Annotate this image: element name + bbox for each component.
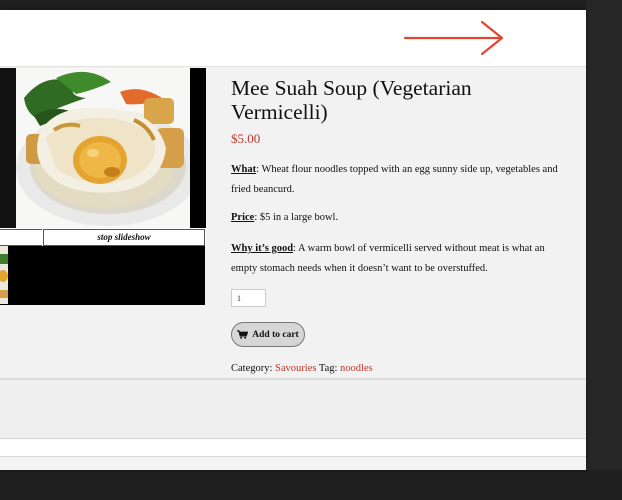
- quantity-input[interactable]: 1: [231, 289, 266, 307]
- window-bottom-edge: [0, 470, 622, 500]
- product-meta: Category: Savouries Tag: noodles: [231, 363, 373, 374]
- price-text: : $5 in a large bowl.: [254, 212, 339, 223]
- product-price: $5.00: [231, 131, 261, 146]
- why-label: Why it’s good: [231, 243, 294, 254]
- category-label: Category:: [231, 363, 273, 374]
- stop-slideshow-button[interactable]: stop slideshow: [43, 229, 205, 246]
- add-to-cart-button[interactable]: Add to cart: [231, 322, 305, 347]
- photo-left-edge: [0, 68, 16, 228]
- footer-strip: [0, 439, 586, 456]
- product-page: stop slideshow Mee Suah Soup (Vegetarian…: [0, 10, 586, 470]
- thumbnail-strip: [0, 246, 205, 305]
- site-header: [0, 10, 586, 67]
- tag-link[interactable]: noodles: [340, 363, 373, 374]
- description-what: What: Wheat flour noodles topped with an…: [231, 160, 571, 200]
- tag-label: Tag:: [318, 363, 338, 374]
- description-why: Why it’s good: A warm bowl of vermicelli…: [231, 239, 571, 279]
- description-price: Price: $5 in a large bowl.: [231, 208, 571, 228]
- product-gallery: stop slideshow: [0, 68, 206, 308]
- thumbnail-item[interactable]: [0, 246, 8, 304]
- lower-section: [0, 380, 586, 438]
- annotation-arrow-icon: [403, 20, 504, 56]
- product-title: Mee Suah Soup (Vegetarian Vermicelli): [231, 76, 472, 124]
- product-photo[interactable]: [16, 68, 190, 228]
- window-top-edge: [0, 0, 622, 10]
- slideshow-control-left: [0, 229, 42, 246]
- shopping-cart-icon: [237, 330, 249, 339]
- footer-bottom: [0, 457, 586, 470]
- add-to-cart-label: Add to cart: [252, 329, 299, 340]
- main-photo-container: [0, 68, 206, 228]
- soup-bowl-image: [16, 68, 190, 228]
- category-link[interactable]: Savouries: [275, 363, 316, 374]
- window-right-edge: [586, 0, 622, 500]
- what-text: : Wheat flour noodles topped with an egg…: [231, 164, 558, 195]
- price-label: Price: [231, 212, 255, 223]
- what-label: What: [231, 164, 257, 175]
